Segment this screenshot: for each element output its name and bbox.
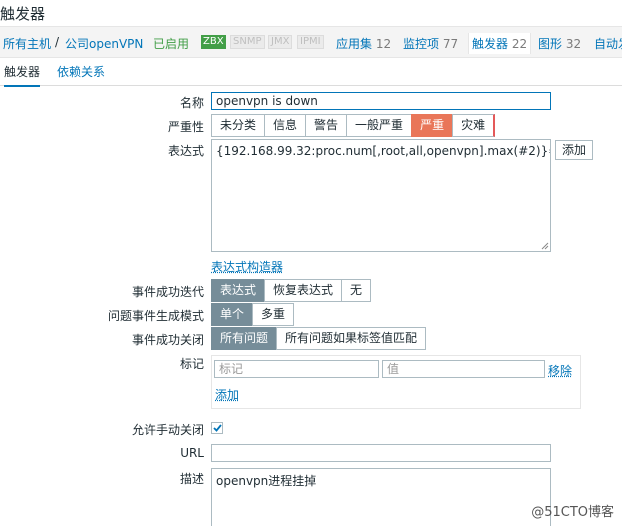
problem-mode-single-option[interactable]: 单个 [211,303,254,326]
remove-tag-link[interactable]: 移除 [548,362,572,379]
name-input[interactable]: openvpn is down [211,92,551,110]
add-expression-button[interactable]: 添加 [555,140,594,160]
host-navigation: 所有主机 / 公司openVPN 已启用 ZBX SNMP JMX IPMI 应… [0,26,622,58]
tag-name-placeholder: 标记 [219,362,244,376]
tags-label: 标记 [179,357,204,371]
manual-close-label: 允许手动关闭 [131,423,204,437]
severity-warning[interactable]: 警告 [305,114,348,137]
ok-event-generation-selector: 表达式 恢复表达式 无 [211,279,372,302]
ok-close-label: 事件成功关闭 [131,333,204,347]
ok-event-expression-option[interactable]: 表达式 [211,279,266,302]
severity-disaster[interactable]: 灾难 [452,114,496,137]
description-label: 描述 [179,472,204,486]
items-link[interactable]: 监控项 77 [403,35,458,52]
tab-trigger[interactable]: 触发器 [4,63,41,87]
expression-text: {192.168.99.32:proc.num[,root,all,openvp… [216,144,551,158]
breadcrumb-separator: / [55,35,60,49]
ok-close-selector: 所有问题 所有问题如果标签值匹配 [211,327,427,350]
severity-selector: 未分类 信息 警告 一般严重 严重 灾难 [211,114,496,137]
severity-not-classified[interactable]: 未分类 [211,114,266,137]
host-link[interactable]: 公司openVPN [65,35,143,52]
expression-textarea[interactable]: {192.168.99.32:proc.num[,root,all,openvp… [211,139,551,252]
tag-name-input[interactable]: 标记 [214,360,379,378]
triggers-link[interactable]: 触发器 22 [468,33,532,54]
all-hosts-link[interactable]: 所有主机 [3,35,51,52]
tag-value-placeholder: 值 [387,362,400,376]
ok-event-none-option[interactable]: 无 [341,279,372,302]
page-title: 触发器 [0,5,46,23]
manual-close-checkbox[interactable] [211,422,223,434]
ok-event-generation-label: 事件成功迭代 [131,285,204,299]
severity-average[interactable]: 一般严重 [346,114,413,137]
url-input[interactable] [211,444,551,462]
host-status[interactable]: 已启用 [153,35,189,52]
description-textarea[interactable]: openvpn进程挂掉 [211,468,551,526]
problem-mode-multiple-option[interactable]: 多重 [252,303,295,326]
zbx-availability-badge: ZBX [201,35,226,49]
url-label: URL [180,446,204,460]
ok-close-tag-match-option[interactable]: 所有问题如果标签值匹配 [276,327,427,350]
snmp-availability-badge: SNMP [230,35,265,49]
ok-event-recovery-expression-option[interactable]: 恢复表达式 [264,279,343,302]
ok-close-all-problems-option[interactable]: 所有问题 [211,327,278,350]
tab-dependencies[interactable]: 依赖关系 [57,63,105,80]
add-tag-link[interactable]: 添加 [215,386,239,403]
expression-label: 表达式 [167,144,204,158]
expression-constructor-link[interactable]: 表达式构造器 [211,258,283,275]
discovery-link[interactable]: 自动发 [594,35,622,52]
tag-value-input[interactable]: 值 [382,360,545,378]
problem-mode-selector: 单个 多重 [211,303,295,326]
resize-handle-icon[interactable] [541,242,549,250]
severity-high[interactable]: 严重 [411,114,454,137]
watermark: @51CTO博客 [531,505,614,520]
checkmark-icon [213,424,222,432]
form-tabs: 触发器 依赖关系 [0,57,622,87]
problem-mode-label: 问题事件生成模式 [107,309,204,323]
name-label: 名称 [179,96,204,110]
severity-label: 严重性 [167,120,204,134]
applications-link[interactable]: 应用集 12 [336,35,391,52]
graphs-link[interactable]: 图形 32 [538,35,581,52]
ipmi-availability-badge: IPMI [297,35,324,49]
jmx-availability-badge: JMX [268,35,293,49]
severity-information[interactable]: 信息 [264,114,307,137]
